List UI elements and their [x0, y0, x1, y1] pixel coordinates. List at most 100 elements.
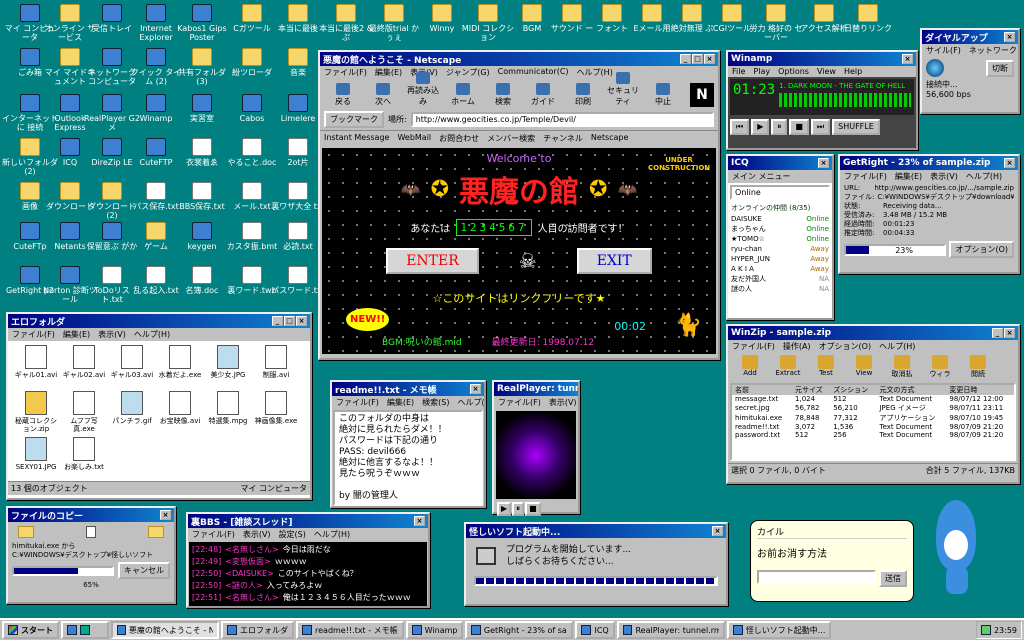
winzip-tool-button[interactable]: Extract — [774, 355, 802, 379]
desktop-icon[interactable]: 日替りリンク — [840, 4, 896, 33]
desktop-icon[interactable]: Kabos1 Gips Poster — [174, 4, 230, 42]
desktop-icon[interactable]: 名簿.doc — [174, 266, 230, 295]
close-icon[interactable]: × — [470, 384, 481, 394]
icq-contact[interactable]: 謎の人 NA — [728, 284, 832, 294]
menu-network[interactable]: ネットワーク — [969, 45, 1017, 56]
cancel-button[interactable]: キャンセル — [118, 562, 170, 579]
copy-titlebar[interactable]: ファイルのコピー × — [8, 508, 174, 522]
taskbar-button[interactable]: GetRight - 23% of sa... — [465, 621, 574, 639]
menu-item[interactable]: 編集(E) — [63, 329, 90, 340]
file-item[interactable]: ギャル02.avi — [60, 345, 108, 389]
close-icon[interactable]: × — [818, 158, 829, 168]
minimize-icon[interactable]: _ — [272, 316, 283, 326]
file-item[interactable]: ムフフ写真.exe — [60, 391, 108, 435]
column-header[interactable]: ズシション — [830, 385, 876, 395]
column-header[interactable]: 元文の方式 — [876, 385, 946, 395]
quicklaunch[interactable] — [61, 621, 109, 639]
close-icon[interactable]: × — [160, 510, 171, 520]
assistant-input[interactable] — [757, 570, 876, 584]
toolbar-button[interactable]: 検索 — [484, 83, 522, 107]
enter-button[interactable]: ENTER — [386, 248, 479, 274]
explorer-titlebar[interactable]: エロフォルダ _ □ × — [8, 314, 310, 328]
prev-button[interactable]: ⏮ — [730, 119, 750, 135]
file-item[interactable]: 秘蔵コレクション.zip — [12, 391, 60, 435]
assistant-send-button[interactable]: 送信 — [879, 570, 907, 587]
menu-item[interactable]: ファイル(F) — [336, 397, 379, 408]
options-button[interactable]: オプション(O) — [949, 241, 1014, 258]
pause-button[interactable]: ⏸ — [771, 119, 788, 135]
taskbar-button[interactable]: readme!!.txt - メモ帳 — [296, 621, 404, 639]
icq-contact[interactable]: DAISUKE Online — [728, 214, 832, 224]
table-row[interactable]: message.txt 1,024 512 Text Document 98/07/12… — [732, 395, 1014, 403]
table-row[interactable]: readme!!.txt 3,072 1,536 Text Document 98/07… — [732, 423, 1014, 431]
stop-button[interactable]: ■ — [525, 502, 541, 516]
taskbar-button[interactable]: Winamp — [405, 621, 464, 639]
menu-item[interactable]: 編集(E) — [387, 397, 414, 408]
column-header[interactable]: 名前 — [732, 385, 792, 395]
toolbar-button[interactable]: 戻る — [324, 83, 362, 107]
launch-titlebar[interactable]: 怪しいソフト起動中... × — [466, 524, 726, 538]
menu-item[interactable]: ファイル(F) — [12, 329, 55, 340]
file-item[interactable]: 美少女.JPG — [204, 345, 252, 389]
menu-item[interactable]: ヘルプ(H) — [966, 171, 1002, 182]
file-item[interactable]: 神画像集.exe — [252, 391, 300, 435]
shuffle-button[interactable]: SHUFFLE — [832, 119, 880, 135]
file-item[interactable]: ギャル01.avi — [12, 345, 60, 389]
close-icon[interactable]: × — [704, 54, 715, 64]
tray-clock[interactable]: 23:59 — [975, 621, 1022, 639]
toolbar-button[interactable]: 印刷 — [564, 83, 602, 107]
personal-link[interactable]: Netscape — [591, 133, 629, 144]
menu-item[interactable]: ファイル(F) — [192, 529, 235, 540]
url-input[interactable]: http://www.geocities.co.jp/Temple/Devil/ — [410, 112, 714, 127]
icq-titlebar[interactable]: ICQ × — [728, 156, 832, 170]
pause-button[interactable]: ⏸ — [512, 502, 525, 516]
minimize-icon[interactable]: _ — [680, 54, 691, 64]
close-icon[interactable]: × — [1004, 32, 1015, 42]
maximize-icon[interactable]: □ — [692, 54, 703, 64]
menu-item[interactable]: 操作(A) — [783, 341, 811, 352]
desktop-icon[interactable]: 実習室 — [174, 94, 230, 123]
personal-link[interactable]: Instant Message — [324, 133, 389, 144]
winzip-tool-button[interactable]: Add — [736, 355, 764, 379]
icq-contact[interactable]: 友だ外国人 NA — [728, 274, 832, 284]
play-button[interactable]: ▶ — [497, 502, 512, 516]
menu-file[interactable]: サイル(F) — [926, 45, 961, 56]
winzip-titlebar[interactable]: WinZip - sample.zip _ × — [728, 326, 1018, 340]
toolbar-button[interactable]: ガイド — [524, 83, 562, 107]
toolbar-button[interactable]: 次へ — [364, 83, 402, 107]
menu-item[interactable]: ヘルプ(H) — [879, 341, 915, 352]
icq-contact[interactable]: A K I A Away — [728, 264, 832, 274]
menu-item[interactable]: Help — [844, 67, 862, 76]
menu-item[interactable]: Options — [778, 67, 809, 76]
personal-link[interactable]: WebMail — [397, 133, 431, 144]
start-button[interactable]: スタート — [2, 621, 59, 639]
bbs-titlebar[interactable]: 裏BBS - [雑談スレッド] × — [188, 514, 428, 528]
winzip-tool-button[interactable]: ウィラ — [926, 355, 954, 379]
toolbar-button[interactable]: ホーム — [444, 83, 482, 107]
menu-item[interactable]: オプション(O) — [819, 341, 872, 352]
menu-item[interactable]: 編集(E) — [375, 67, 402, 78]
menu-item[interactable]: Play — [753, 67, 770, 76]
netscape-titlebar[interactable]: 悪魔の館へようこそ - Netscape _ □ × — [320, 52, 718, 66]
menu-item[interactable]: Communicator(C) — [498, 67, 569, 78]
taskbar-button[interactable]: 悪魔の館へようこそ - Ne... — [111, 621, 219, 639]
personal-link[interactable]: お問合わせ — [439, 133, 479, 144]
menu-item[interactable]: 設定(S) — [279, 529, 306, 540]
winzip-tool-button[interactable]: 閲続 — [964, 355, 992, 379]
desktop-icon[interactable]: 共有フォルダ (3) — [174, 48, 230, 86]
close-icon[interactable]: × — [1004, 158, 1015, 168]
icq-contact[interactable]: HYPER_JUN Away — [728, 254, 832, 264]
close-icon[interactable]: × — [296, 316, 307, 326]
desktop-icon[interactable]: BBS保存.txt — [174, 182, 230, 211]
table-row[interactable]: password.txt 512 256 Text Document 98/07/09 … — [732, 431, 1014, 439]
menu-item[interactable]: 表示(V) — [549, 397, 577, 408]
file-item[interactable]: 特選集.mpg — [204, 391, 252, 435]
menu-item[interactable]: ヘルプ(H) — [134, 329, 170, 340]
taskbar-button[interactable]: ICQ — [575, 621, 615, 639]
exit-button[interactable]: EXIT — [576, 248, 652, 274]
winzip-tool-button[interactable]: Test — [812, 355, 840, 379]
next-button[interactable]: ⏭ — [810, 119, 831, 135]
menu-item[interactable]: ファイル(F) — [732, 341, 775, 352]
desktop-icon[interactable]: keygen — [174, 222, 230, 251]
bookmark-button[interactable]: ブックマーク — [324, 111, 384, 128]
